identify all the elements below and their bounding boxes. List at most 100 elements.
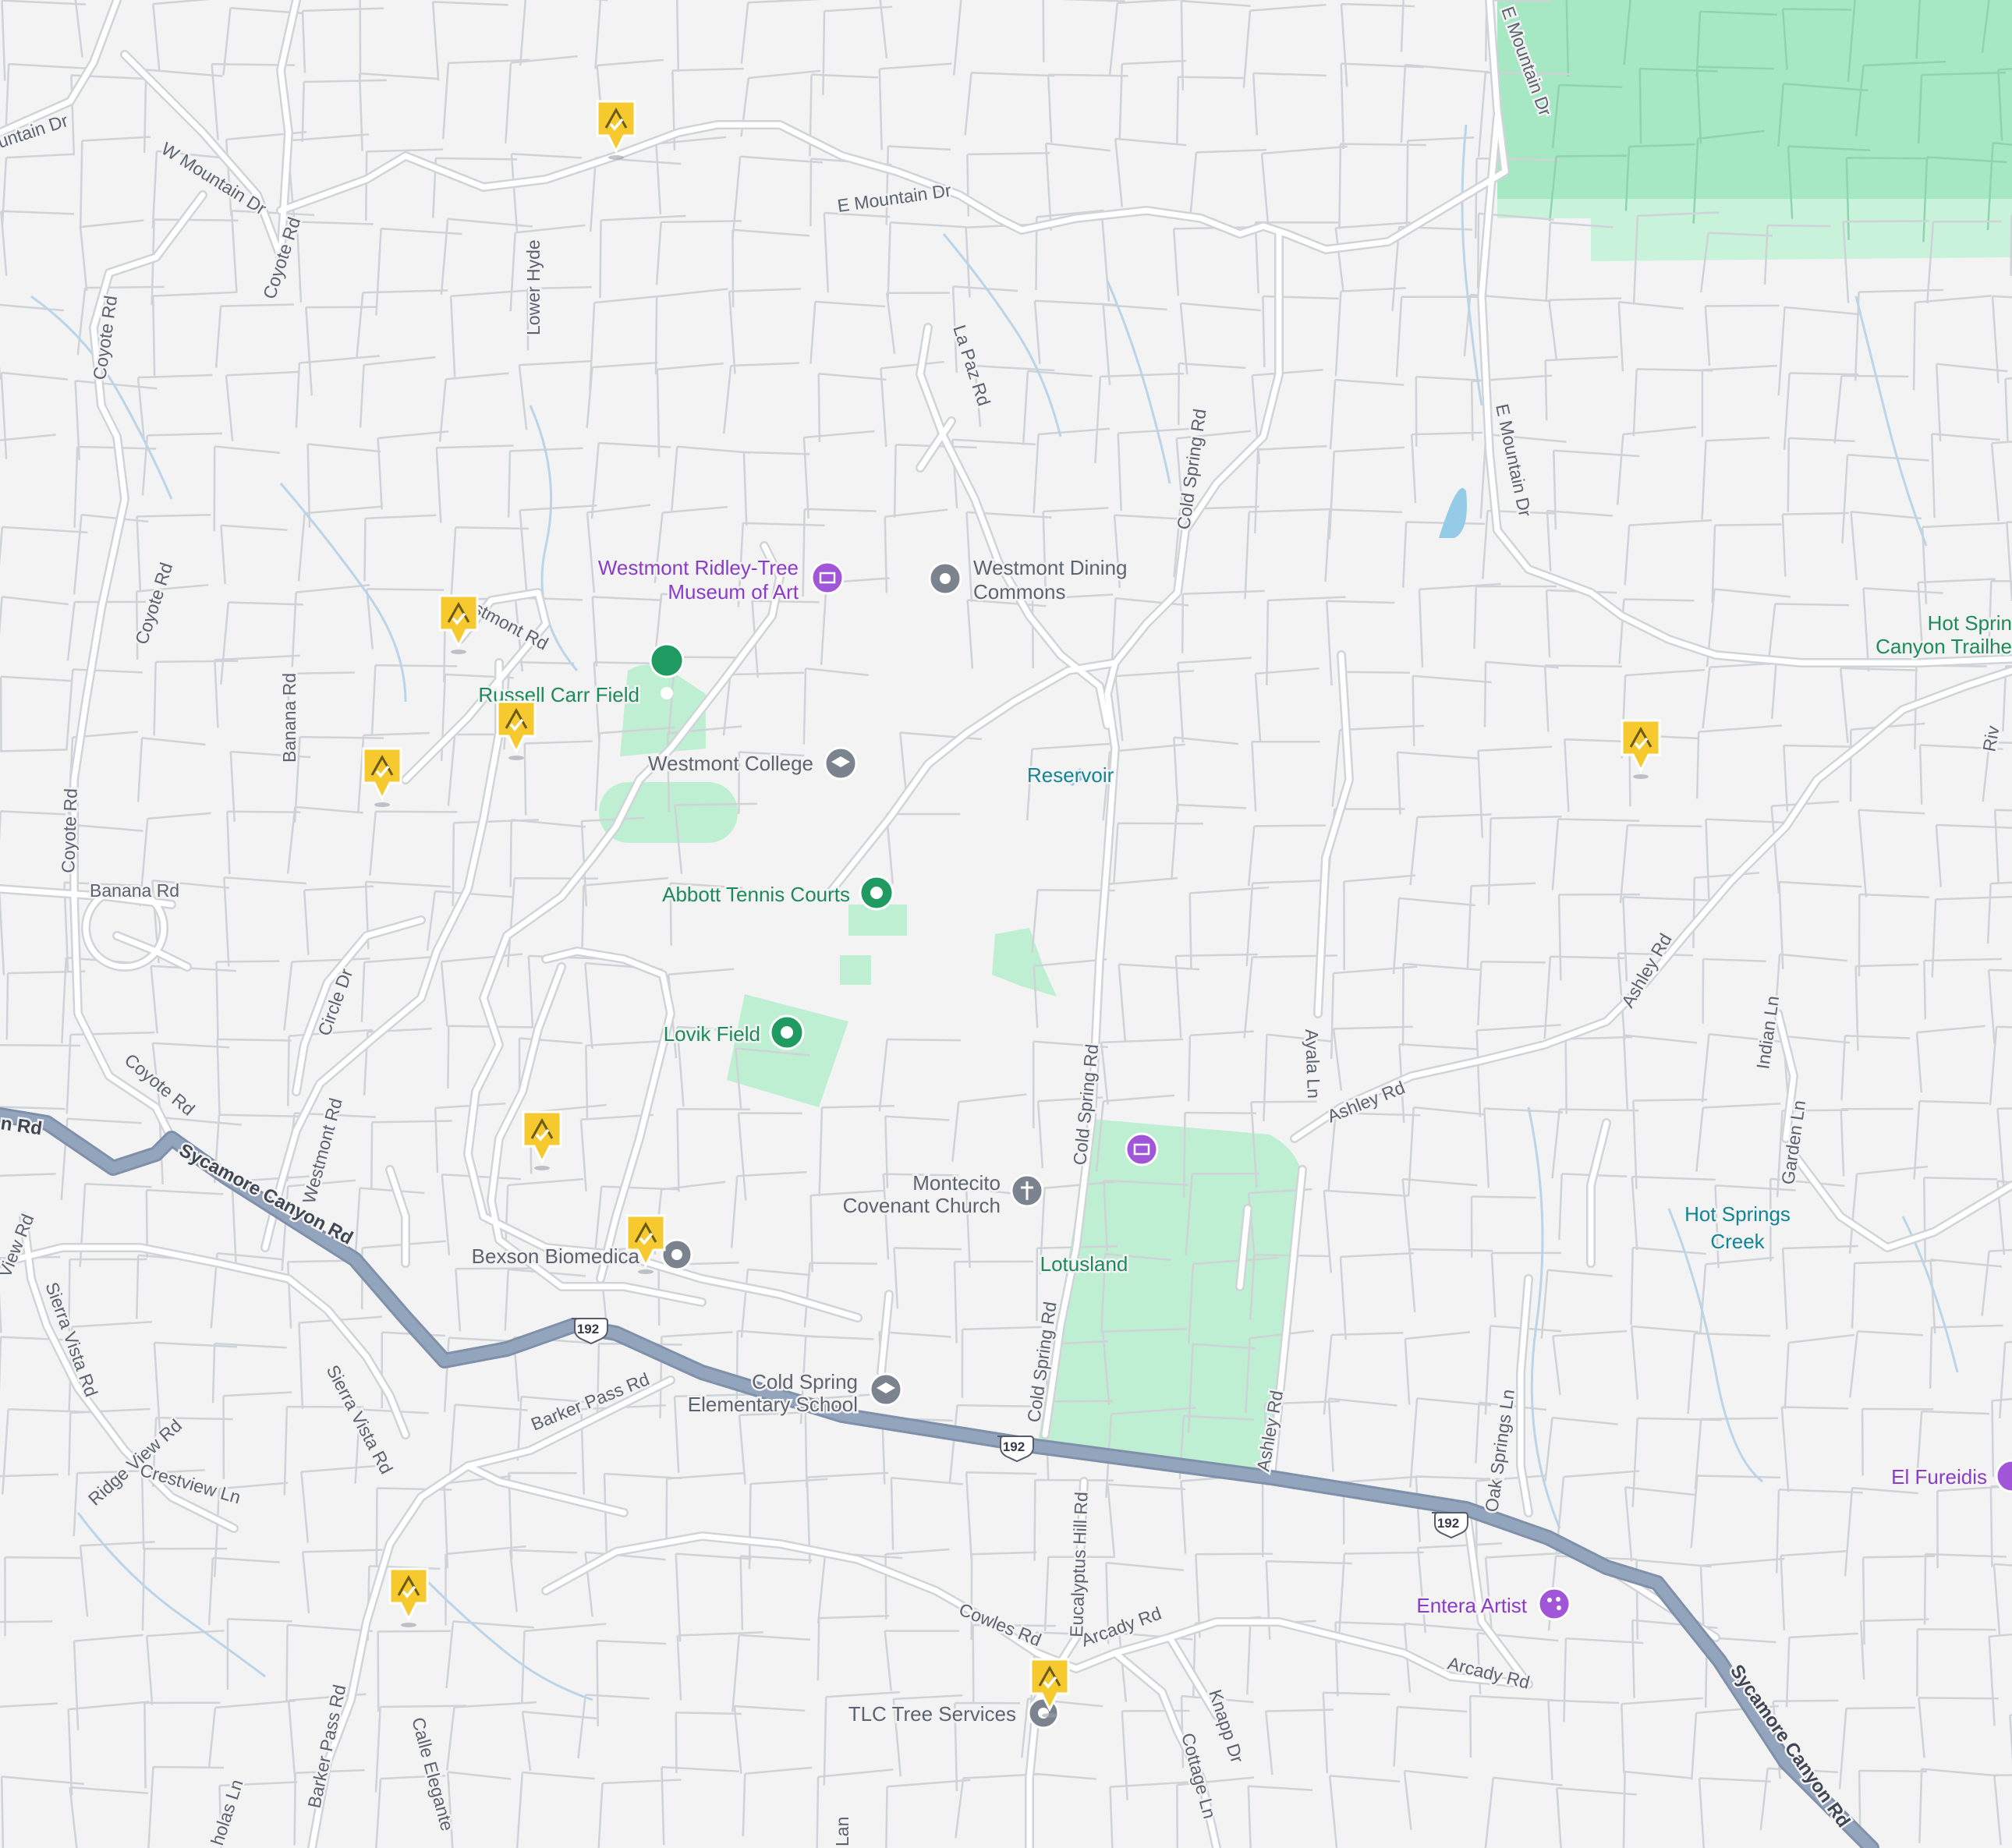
parcel-line bbox=[661, 1765, 739, 1846]
parcel-line bbox=[1854, 289, 1944, 381]
parcel-line bbox=[1, 1408, 92, 1495]
parcel-line bbox=[1621, 1697, 1703, 1774]
parcel-line bbox=[594, 0, 602, 69]
poi-label: El Fureidis bbox=[1891, 1465, 1987, 1489]
parcel-line bbox=[1544, 356, 1618, 421]
poi-abbott-tennis-courts[interactable]: Abbott Tennis Courts bbox=[661, 875, 894, 911]
parcel-line bbox=[1338, 143, 1426, 229]
parcel-line bbox=[145, 1629, 225, 1705]
parcel-line bbox=[1833, 374, 1909, 444]
parcel-line bbox=[731, 1634, 811, 1712]
hiking-marker-icon[interactable] bbox=[388, 1567, 429, 1627]
museum-icon bbox=[1125, 1132, 1159, 1167]
parcel-line bbox=[1630, 1325, 1699, 1400]
palette-icon-dot bbox=[1547, 1598, 1552, 1602]
parcel-line bbox=[655, 136, 727, 214]
poi-hot-springs-trailhead[interactable]: Hot Sprin Canyon Trailhe bbox=[1874, 610, 2012, 660]
hiking-marker-icon[interactable] bbox=[362, 747, 402, 807]
parcel-line bbox=[1840, 1107, 1914, 1177]
parcel-line bbox=[1851, 1259, 1936, 1329]
parcel-line bbox=[966, 599, 1047, 669]
parcel-line bbox=[286, 805, 363, 874]
parcel-line bbox=[301, 79, 387, 143]
road-label: Calle Elegante bbox=[408, 1715, 458, 1833]
parcel-line bbox=[300, 1464, 384, 1543]
hiking-marker-icon[interactable] bbox=[1621, 719, 1661, 779]
parcel-line bbox=[817, 372, 887, 442]
road-label: Knapp Dr bbox=[1205, 1687, 1248, 1766]
parcel-line bbox=[220, 601, 304, 685]
parcel-line bbox=[890, 1476, 963, 1550]
parcel-line bbox=[953, 1260, 1033, 1344]
marker-shadow bbox=[534, 1166, 550, 1170]
poi-reservoir[interactable]: Reservoir bbox=[1025, 762, 1117, 789]
parcel-line bbox=[519, 0, 608, 66]
parcel-line bbox=[884, 1630, 959, 1691]
parcel-line bbox=[1340, 62, 1424, 150]
marker-shadow bbox=[451, 650, 466, 654]
map-canvas[interactable]: 192 192 192 untain Dr W Mountain Dr E Mo… bbox=[0, 0, 2012, 1848]
parcel-line bbox=[676, 1631, 763, 1701]
parcel-line bbox=[0, 1473, 58, 1478]
sports-icon-dot bbox=[870, 887, 883, 899]
parcel-line bbox=[586, 504, 651, 593]
parcel-line bbox=[1415, 375, 1486, 447]
hiking-marker-icon[interactable] bbox=[522, 1110, 562, 1170]
road bbox=[878, 1291, 892, 1375]
parcel-line bbox=[0, 675, 73, 752]
parcel-line bbox=[1393, 1705, 1468, 1767]
field-area bbox=[992, 928, 1057, 997]
road-label: Sierra Vista Rd bbox=[323, 1361, 397, 1477]
parcel-line bbox=[1622, 1770, 1692, 1848]
parcel-line bbox=[449, 289, 528, 377]
parcel-line bbox=[0, 1702, 58, 1708]
poi-label: Westmont Ridley-Tree bbox=[598, 556, 799, 579]
hiking-marker-icon[interactable] bbox=[496, 700, 537, 760]
poi-label: Reservoir bbox=[1027, 763, 1114, 787]
poi-westmont-museum[interactable]: Westmont Ridley-Tree Museum of Art bbox=[596, 554, 845, 606]
poi-hot-springs-creek[interactable]: Hot Springs Creek bbox=[1683, 1201, 1793, 1255]
place-icon-dot bbox=[671, 1249, 682, 1260]
parcel-line bbox=[377, 1630, 452, 1712]
poi-lovik-field[interactable]: Lovik Field bbox=[661, 1014, 805, 1050]
parcel-line bbox=[1094, 372, 1185, 464]
parcel-line bbox=[375, 227, 462, 316]
parcel-line bbox=[1180, 1473, 1265, 1554]
parcel-line bbox=[589, 295, 664, 390]
parcel-line bbox=[1476, 961, 1546, 1026]
parcel-line bbox=[1918, 744, 2003, 805]
poi-entera-artist[interactable]: Entera Artist bbox=[1415, 1587, 1571, 1621]
parcel-line bbox=[1245, 879, 1325, 966]
parcel-line bbox=[1412, 674, 1492, 746]
poi-westmont-college[interactable]: Westmont College bbox=[646, 746, 858, 781]
minor-roads bbox=[0, 0, 2012, 1848]
poi-montecito-covenant-church[interactable]: Montecito Covenant Church bbox=[841, 1170, 1044, 1220]
parcel-line bbox=[296, 221, 374, 303]
parcel-line bbox=[1328, 1775, 1401, 1848]
poi-label: Westmont College bbox=[648, 752, 813, 775]
parcel-line bbox=[1322, 1691, 1390, 1774]
parcel-line bbox=[733, 1705, 806, 1774]
parcel-line bbox=[885, 292, 950, 354]
parcel-line bbox=[965, 223, 1039, 298]
parcel-line bbox=[153, 660, 239, 736]
parcel-line bbox=[731, 155, 824, 240]
parcel-line bbox=[67, 1701, 150, 1796]
parcel-line bbox=[965, 1471, 1037, 1560]
parcel-line bbox=[356, 289, 448, 357]
parcel-line bbox=[1547, 297, 1622, 359]
parcel-line bbox=[1343, 874, 1415, 971]
parcel-line bbox=[823, 211, 891, 293]
parcel-line bbox=[0, 1336, 74, 1393]
parcel-line bbox=[887, 221, 966, 299]
parcel-line bbox=[0, 1620, 53, 1623]
parcel-line bbox=[1616, 426, 1697, 505]
parcel-line bbox=[1777, 306, 1861, 396]
parcel-line bbox=[0, 210, 75, 276]
parcel-line bbox=[1118, 963, 1200, 1043]
parcel-line bbox=[665, 1471, 745, 1538]
poi-label: Montecito bbox=[912, 1171, 1001, 1195]
parcel-line bbox=[0, 749, 68, 752]
parcel-line bbox=[431, 1, 508, 81]
parcel-line bbox=[1252, 72, 1327, 136]
